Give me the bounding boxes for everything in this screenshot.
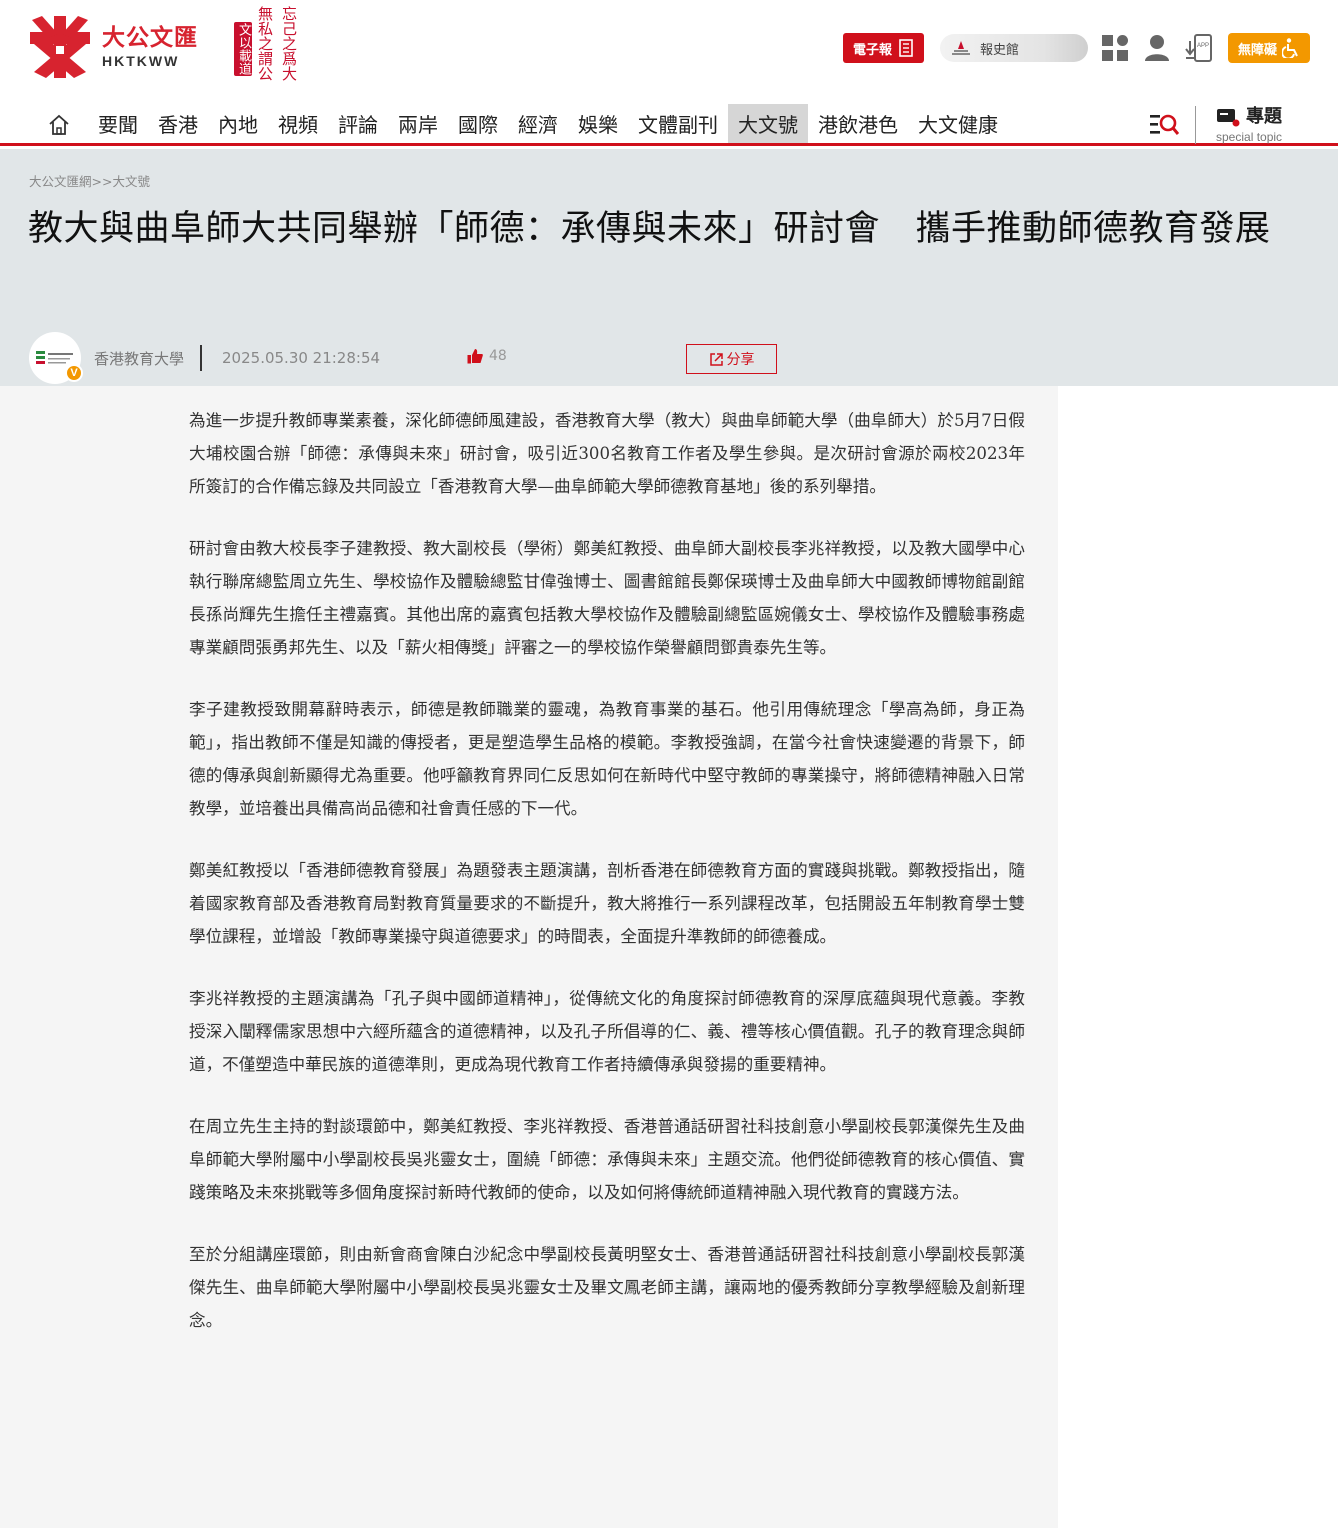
user-button[interactable] (1142, 33, 1172, 63)
calligraphy-seal: 文以載道 (234, 22, 252, 76)
nav-item[interactable]: 大文健康 (908, 104, 1008, 143)
share-button[interactable]: 分享 (686, 344, 777, 374)
epaper-button[interactable]: 電子報 (842, 33, 924, 63)
thumbs-up-icon (467, 349, 483, 364)
main-nav: 要聞 香港 內地 視頻 評論 兩岸 國際 經濟 娛樂 文體副刊 大文號 港飲港色 大文健康 專題 spe… (0, 104, 1338, 146)
logo-mark-icon (30, 16, 90, 78)
nav-search-button[interactable] (1148, 110, 1180, 140)
nav-home[interactable] (44, 110, 74, 140)
nav-divider (1195, 106, 1196, 144)
verified-badge: V (65, 364, 83, 382)
nav-item[interactable]: 經濟 (508, 104, 568, 143)
logo-english-text: HKTKWW (102, 53, 180, 69)
top-toolbar: 電子報 報史館 APP 無障礙 (842, 32, 1310, 64)
calligraphy-line-2: 無私之謂公 (256, 6, 274, 81)
topic-label: 專題 (1246, 106, 1282, 127)
topic-icon (1217, 109, 1240, 127)
archive-button[interactable]: 報史館 (939, 34, 1088, 62)
nav-item[interactable]: 兩岸 (388, 104, 448, 143)
nav-item[interactable]: 香港 (148, 104, 208, 143)
user-icon (1144, 35, 1169, 61)
meta-separator (200, 345, 203, 371)
calligraphy-motto: 文以載道 無私之謂公 忘己之爲大 (234, 6, 330, 92)
article-paragraph: 為進一步提升教師專業素養，深化師德師風建設，香港教育大學（教大）與曲阜師範大學（… (189, 411, 1025, 496)
app-download-icon: APP (1185, 34, 1212, 62)
site-header: 大公文匯 HKTKWW 文以載道 無私之謂公 忘己之爲大 電子報 報史館 APP… (0, 0, 1338, 100)
epaper-icon (899, 39, 913, 57)
nav-item[interactable]: 娛樂 (568, 104, 628, 143)
share-label: 分享 (726, 352, 755, 368)
app-download-button[interactable]: APP (1184, 33, 1214, 63)
article-header: 大公文匯網>>大文號 教大與曲阜師大共同舉辦「師德：承傳與未來」研討會 攜手推動… (0, 149, 1338, 386)
calligraphy-line-1: 忘己之爲大 (280, 6, 298, 81)
svg-text:APP: APP (1197, 43, 1209, 49)
nav-item[interactable]: 國際 (448, 104, 508, 143)
nav-special-topic[interactable]: 專題 special topic (1216, 106, 1282, 144)
article-paragraph: 在周立先生主持的對談環節中，鄭美紅教授、李兆祥教授、香港普通話研習社科技創意小學… (189, 1117, 1025, 1202)
nav-item[interactable]: 內地 (208, 104, 268, 143)
epaper-label: 電子報 (852, 42, 892, 58)
search-list-icon (1150, 114, 1179, 135)
accessibility-label: 無障礙 (1237, 42, 1277, 58)
nav-item[interactable]: 文體副刊 (628, 104, 728, 143)
home-icon (49, 114, 69, 135)
nav-item[interactable]: 評論 (328, 104, 388, 143)
article-title: 教大與曲阜師大共同舉辦「師德：承傳與未來」研討會 攜手推動師德教育發展 (28, 209, 1271, 249)
article-paragraph: 李兆祥教授的主題演講為「孔子與中國師道精神」，從傳統文化的角度探討師德教育的深厚… (189, 989, 1025, 1074)
article-paragraph: 至於分組講座環節，則由新會商會陳白沙紀念中學副校長黃明堅女士、香港普通話研習社科… (189, 1245, 1025, 1330)
apps-button[interactable] (1100, 33, 1130, 63)
grid-icon (1101, 35, 1128, 61)
logo-chinese-text: 大公文匯 (102, 24, 198, 51)
article-paragraph: 李子建教授致開幕辭時表示，師德是教師職業的靈魂，為教育事業的基石。他引用傳統理念… (189, 700, 1025, 818)
article-paragraph: 研討會由教大校長李子建教授、教大副校長（學術）鄭美紅教授、曲阜師大副校長李兆祥教… (189, 539, 1025, 657)
site-logo[interactable]: 大公文匯 HKTKWW (28, 14, 198, 80)
archive-icon (951, 41, 970, 55)
like-button[interactable]: 48 (467, 348, 507, 364)
accessibility-button[interactable]: 無障礙 (1227, 33, 1310, 63)
publish-date: 2025.05.30 21:28:54 (222, 349, 381, 367)
nav-item[interactable]: 要聞 (88, 104, 148, 143)
archive-label: 報史館 (979, 42, 1019, 58)
like-count: 48 (489, 348, 507, 364)
wheelchair-icon (1282, 38, 1298, 58)
article-paragraph: 鄭美紅教授以「香港師德教育發展」為題發表主題演講，剖析香港在師德教育方面的實踐與… (189, 861, 1025, 946)
author-name[interactable]: 香港教育大學 (94, 348, 184, 369)
author-avatar[interactable]: V (29, 332, 83, 384)
nav-items: 要聞 香港 內地 視頻 評論 兩岸 國際 經濟 娛樂 文體副刊 大文號 港飲港色 大文健康 (88, 104, 1008, 143)
nav-item[interactable]: 大文號 (728, 104, 808, 143)
nav-item[interactable]: 港飲港色 (808, 104, 908, 143)
breadcrumb[interactable]: 大公文匯網>>大文號 (29, 171, 150, 190)
article-meta: V 香港教育大學 2025.05.30 21:28:54 48 分享 (29, 332, 777, 384)
topic-sub-label: special topic (1216, 130, 1283, 144)
nav-item[interactable]: 視頻 (268, 104, 328, 143)
share-icon (709, 352, 723, 366)
article-body: 為進一步提升教師專業素養，深化師德師風建設，香港教育大學（教大）與曲阜師範大學（… (189, 404, 1025, 1366)
